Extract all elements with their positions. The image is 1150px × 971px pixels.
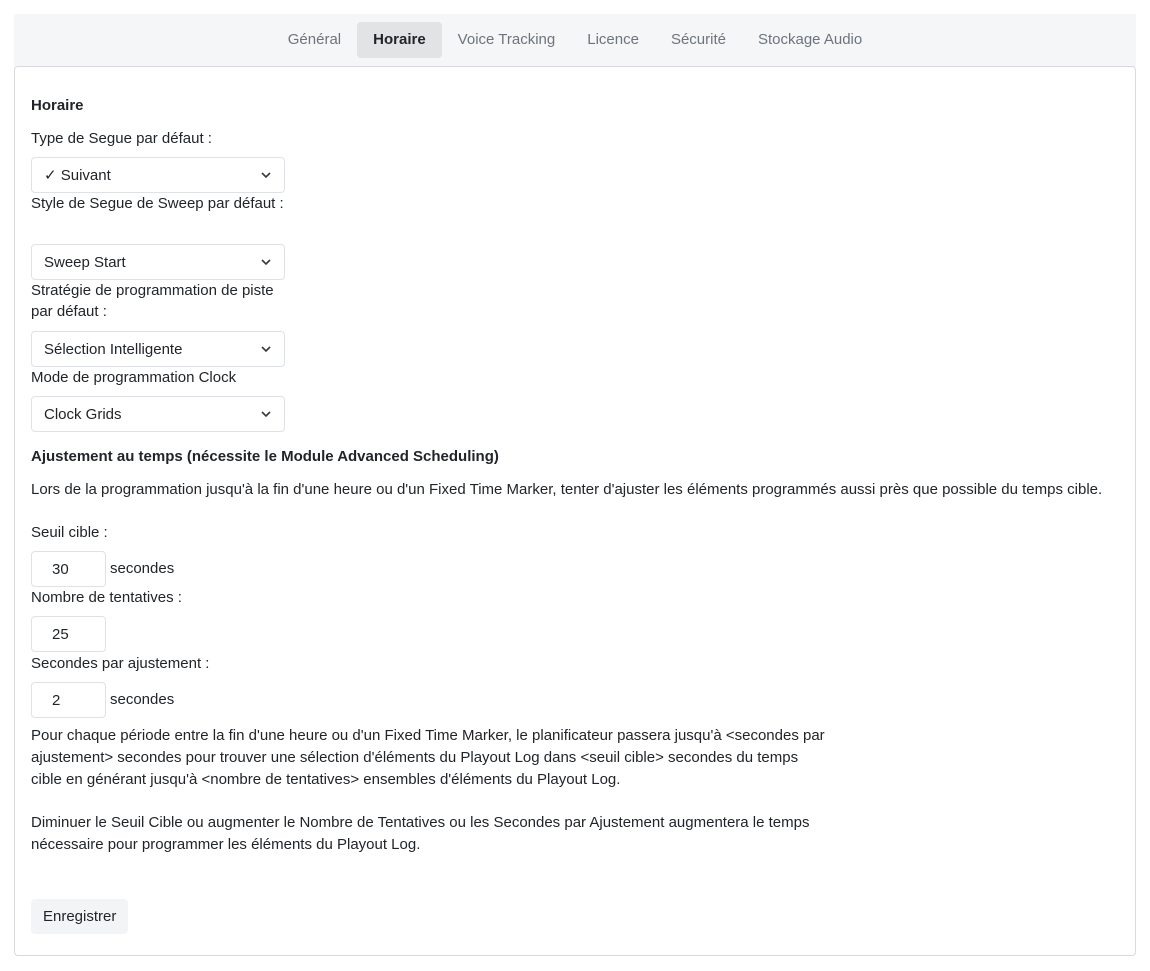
threshold-label: Seuil cible : — [31, 524, 108, 541]
seconds-input[interactable] — [31, 682, 106, 718]
clock-mode-value: Clock Grids — [44, 405, 122, 423]
tab-securite[interactable]: Sécurité — [655, 22, 742, 58]
timefit-note: Diminuer le Seuil Cible ou augmenter le … — [31, 814, 810, 853]
clock-mode-label: Mode de programmation Clock — [31, 369, 237, 386]
tab-horaire[interactable]: Horaire — [357, 22, 442, 58]
chevron-down-icon — [261, 411, 271, 418]
timefit-title: Ajustement au temps (nécessite le Module… — [31, 448, 499, 465]
tab-stockage-audio[interactable]: Stockage Audio — [742, 22, 878, 58]
timefit-description: Lors de la programmation jusqu'à la fin … — [31, 481, 1103, 498]
seconds-unit: secondes — [110, 691, 175, 708]
attempts-input[interactable] — [31, 616, 106, 652]
strategy-value: Sélection Intelligente — [44, 340, 183, 358]
settings-panel: Horaire Type de Segue par défaut : ✓ Sui… — [14, 66, 1136, 956]
segue-type-label: Type de Segue par défaut : — [31, 130, 212, 147]
sweep-style-select[interactable]: Sweep Start — [31, 244, 285, 280]
timefit-explanation: Pour chaque période entre la fin d'une h… — [31, 727, 825, 788]
tab-voice-tracking[interactable]: Voice Tracking — [442, 22, 572, 58]
tab-licence[interactable]: Licence — [571, 22, 655, 58]
strategy-label: Stratégie de programmation de piste par … — [31, 282, 274, 320]
threshold-input[interactable] — [31, 551, 106, 587]
seconds-label: Secondes par ajustement : — [31, 655, 210, 672]
strategy-select[interactable]: Sélection Intelligente — [31, 331, 285, 367]
clock-mode-select[interactable]: Clock Grids — [31, 396, 285, 432]
segue-type-value: ✓ Suivant — [44, 167, 111, 184]
threshold-unit: secondes — [110, 560, 175, 577]
chevron-down-icon — [261, 259, 271, 266]
segue-type-select[interactable]: ✓ Suivant — [31, 157, 285, 193]
chevron-down-icon — [261, 172, 271, 179]
attempts-label: Nombre de tentatives : — [31, 589, 182, 606]
sweep-style-label: Style de Segue de Sweep par défaut : — [31, 195, 284, 212]
sweep-style-value: Sweep Start — [44, 253, 126, 271]
section-title: Horaire — [31, 97, 84, 114]
chevron-down-icon — [261, 346, 271, 353]
save-button[interactable]: Enregistrer — [31, 899, 129, 934]
tab-general[interactable]: Général — [272, 22, 357, 58]
settings-tabbar: Général Horaire Voice Tracking Licence S… — [14, 14, 1136, 67]
